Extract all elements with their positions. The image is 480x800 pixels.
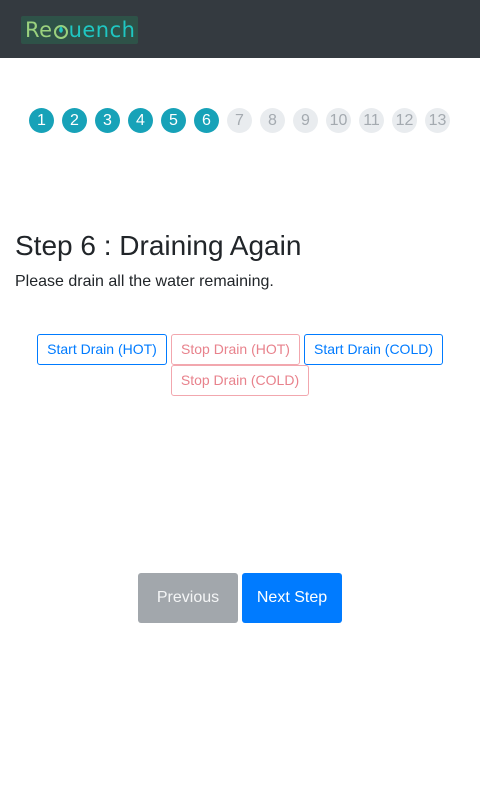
step-indicator-12[interactable]: 12: [392, 108, 417, 133]
previous-button[interactable]: Previous: [138, 573, 238, 623]
step-indicator-5[interactable]: 5: [161, 108, 186, 133]
step-indicator-4[interactable]: 4: [128, 108, 153, 133]
page-title: Step 6 : Draining Again: [15, 230, 302, 261]
stop-drain-hot-button[interactable]: Stop Drain (HOT): [171, 334, 300, 365]
logo-wordmark: Re uench: [25, 18, 136, 42]
water-drop-icon: [53, 25, 68, 39]
step-indicator-2[interactable]: 2: [62, 108, 87, 133]
step-indicator-11[interactable]: 11: [359, 108, 384, 133]
next-step-button[interactable]: Next Step: [242, 573, 342, 623]
step-indicator-9[interactable]: 9: [293, 108, 318, 133]
top-navbar: Re uench: [0, 0, 480, 58]
start-drain-cold-button[interactable]: Start Drain (COLD): [304, 334, 443, 365]
step-indicator-6[interactable]: 6: [194, 108, 219, 133]
requench-logo[interactable]: Re uench: [21, 16, 138, 44]
step-indicator-10[interactable]: 10: [326, 108, 351, 133]
step-indicator-7[interactable]: 7: [227, 108, 252, 133]
step-progress: 1 2 3 4 5 6 7 8 9 10 11 12 13: [29, 108, 459, 133]
step-indicator-1[interactable]: 1: [29, 108, 54, 133]
step-description: Please drain all the water remaining.: [15, 273, 274, 290]
stop-drain-cold-button[interactable]: Stop Drain (COLD): [171, 365, 309, 396]
step-indicator-8[interactable]: 8: [260, 108, 285, 133]
step-indicator-13[interactable]: 13: [425, 108, 450, 133]
step-indicator-3[interactable]: 3: [95, 108, 120, 133]
start-drain-hot-button[interactable]: Start Drain (HOT): [37, 334, 167, 365]
